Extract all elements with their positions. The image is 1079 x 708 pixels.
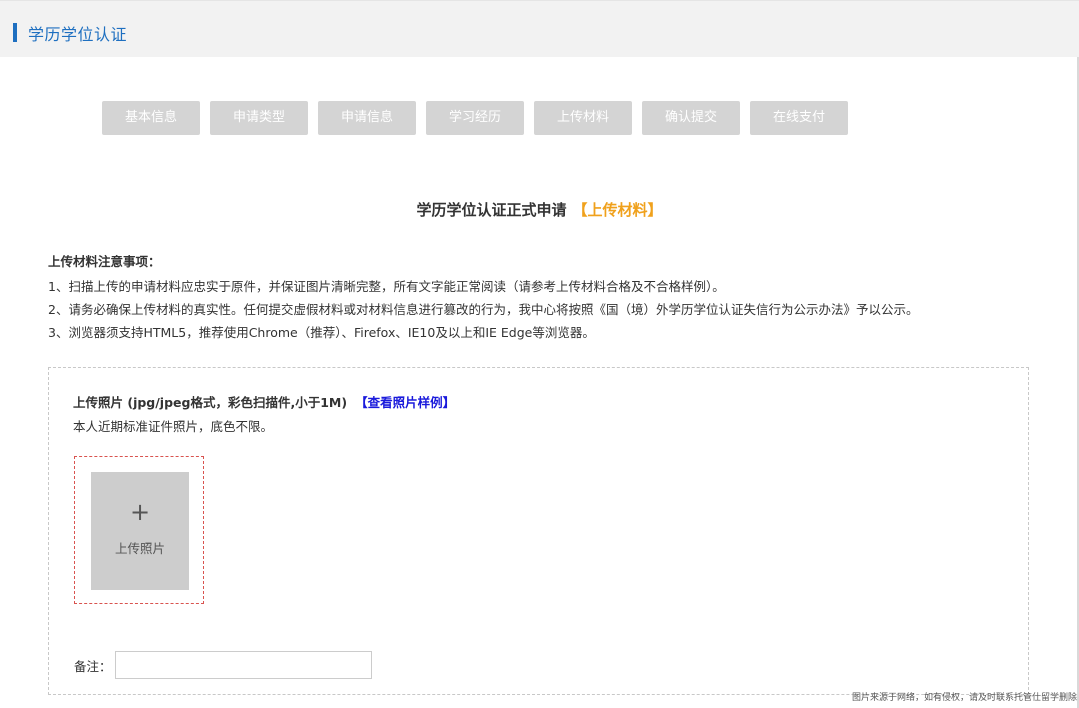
current-step-label: 【上传材料】 [572,201,663,219]
upload-photo-label-text: 上传照片 (jpg/jpeg格式，彩色扫描件,小于1M) [73,395,348,410]
upload-photo-button[interactable]: + 上传照片 [91,472,189,590]
note-line: 2、请务必确保上传材料的真实性。任何提交虚假材料或对材料信息进行篡改的行为，我中… [48,302,919,317]
step-application-info[interactable]: 申请信息 [318,101,416,135]
form-title-text: 学历学位认证正式申请 [416,201,567,219]
notes-title: 上传材料注意事项： [48,254,161,269]
plus-icon: + [129,498,151,526]
note-line: 1、扫描上传的申请材料应忠实于原件，并保证图片清晰完整，所有文字能正常阅读（请参… [48,279,725,294]
header-accent-bar [13,23,17,42]
upload-photo-description: 本人近期标准证件照片，底色不限。 [73,419,274,434]
upload-section: 上传照片 (jpg/jpeg格式，彩色扫描件,小于1M) 【查看照片样例】 本人近… [48,367,1029,695]
note-line: 3、浏览器须支持HTML5，推荐使用Chrome（推荐）、Firefox、IE1… [48,325,595,340]
page-header: 学历学位认证 [0,0,1079,57]
watermark-text: 图片来源于网络，如有侵权，请及时联系托管仕留学删除 [851,693,1077,703]
step-online-payment[interactable]: 在线支付 [750,101,848,135]
step-study-history[interactable]: 学习经历 [426,101,524,135]
step-basic-info[interactable]: 基本信息 [102,101,200,135]
upload-photo-label: 上传照片 (jpg/jpeg格式，彩色扫描件,小于1M) 【查看照片样例】 [73,392,455,411]
step-upload-materials[interactable]: 上传材料 [534,101,632,135]
remark-label: 备注： [74,659,112,674]
photo-upload-frame: + 上传照片 [74,456,204,604]
form-title: 学历学位认证正式申请 【上传材料】 [0,199,1079,220]
step-application-type[interactable]: 申请类型 [210,101,308,135]
view-photo-sample-link[interactable]: 【查看照片样例】 [355,395,455,410]
upload-photo-button-label: 上传照片 [114,541,165,556]
step-confirm-submit[interactable]: 确认提交 [642,101,740,135]
remark-input[interactable] [115,651,372,679]
upload-notes: 上传材料注意事项： 1、扫描上传的申请材料应忠实于原件，并保证图片清晰完整，所有… [48,251,1038,344]
page-title: 学历学位认证 [28,25,128,44]
